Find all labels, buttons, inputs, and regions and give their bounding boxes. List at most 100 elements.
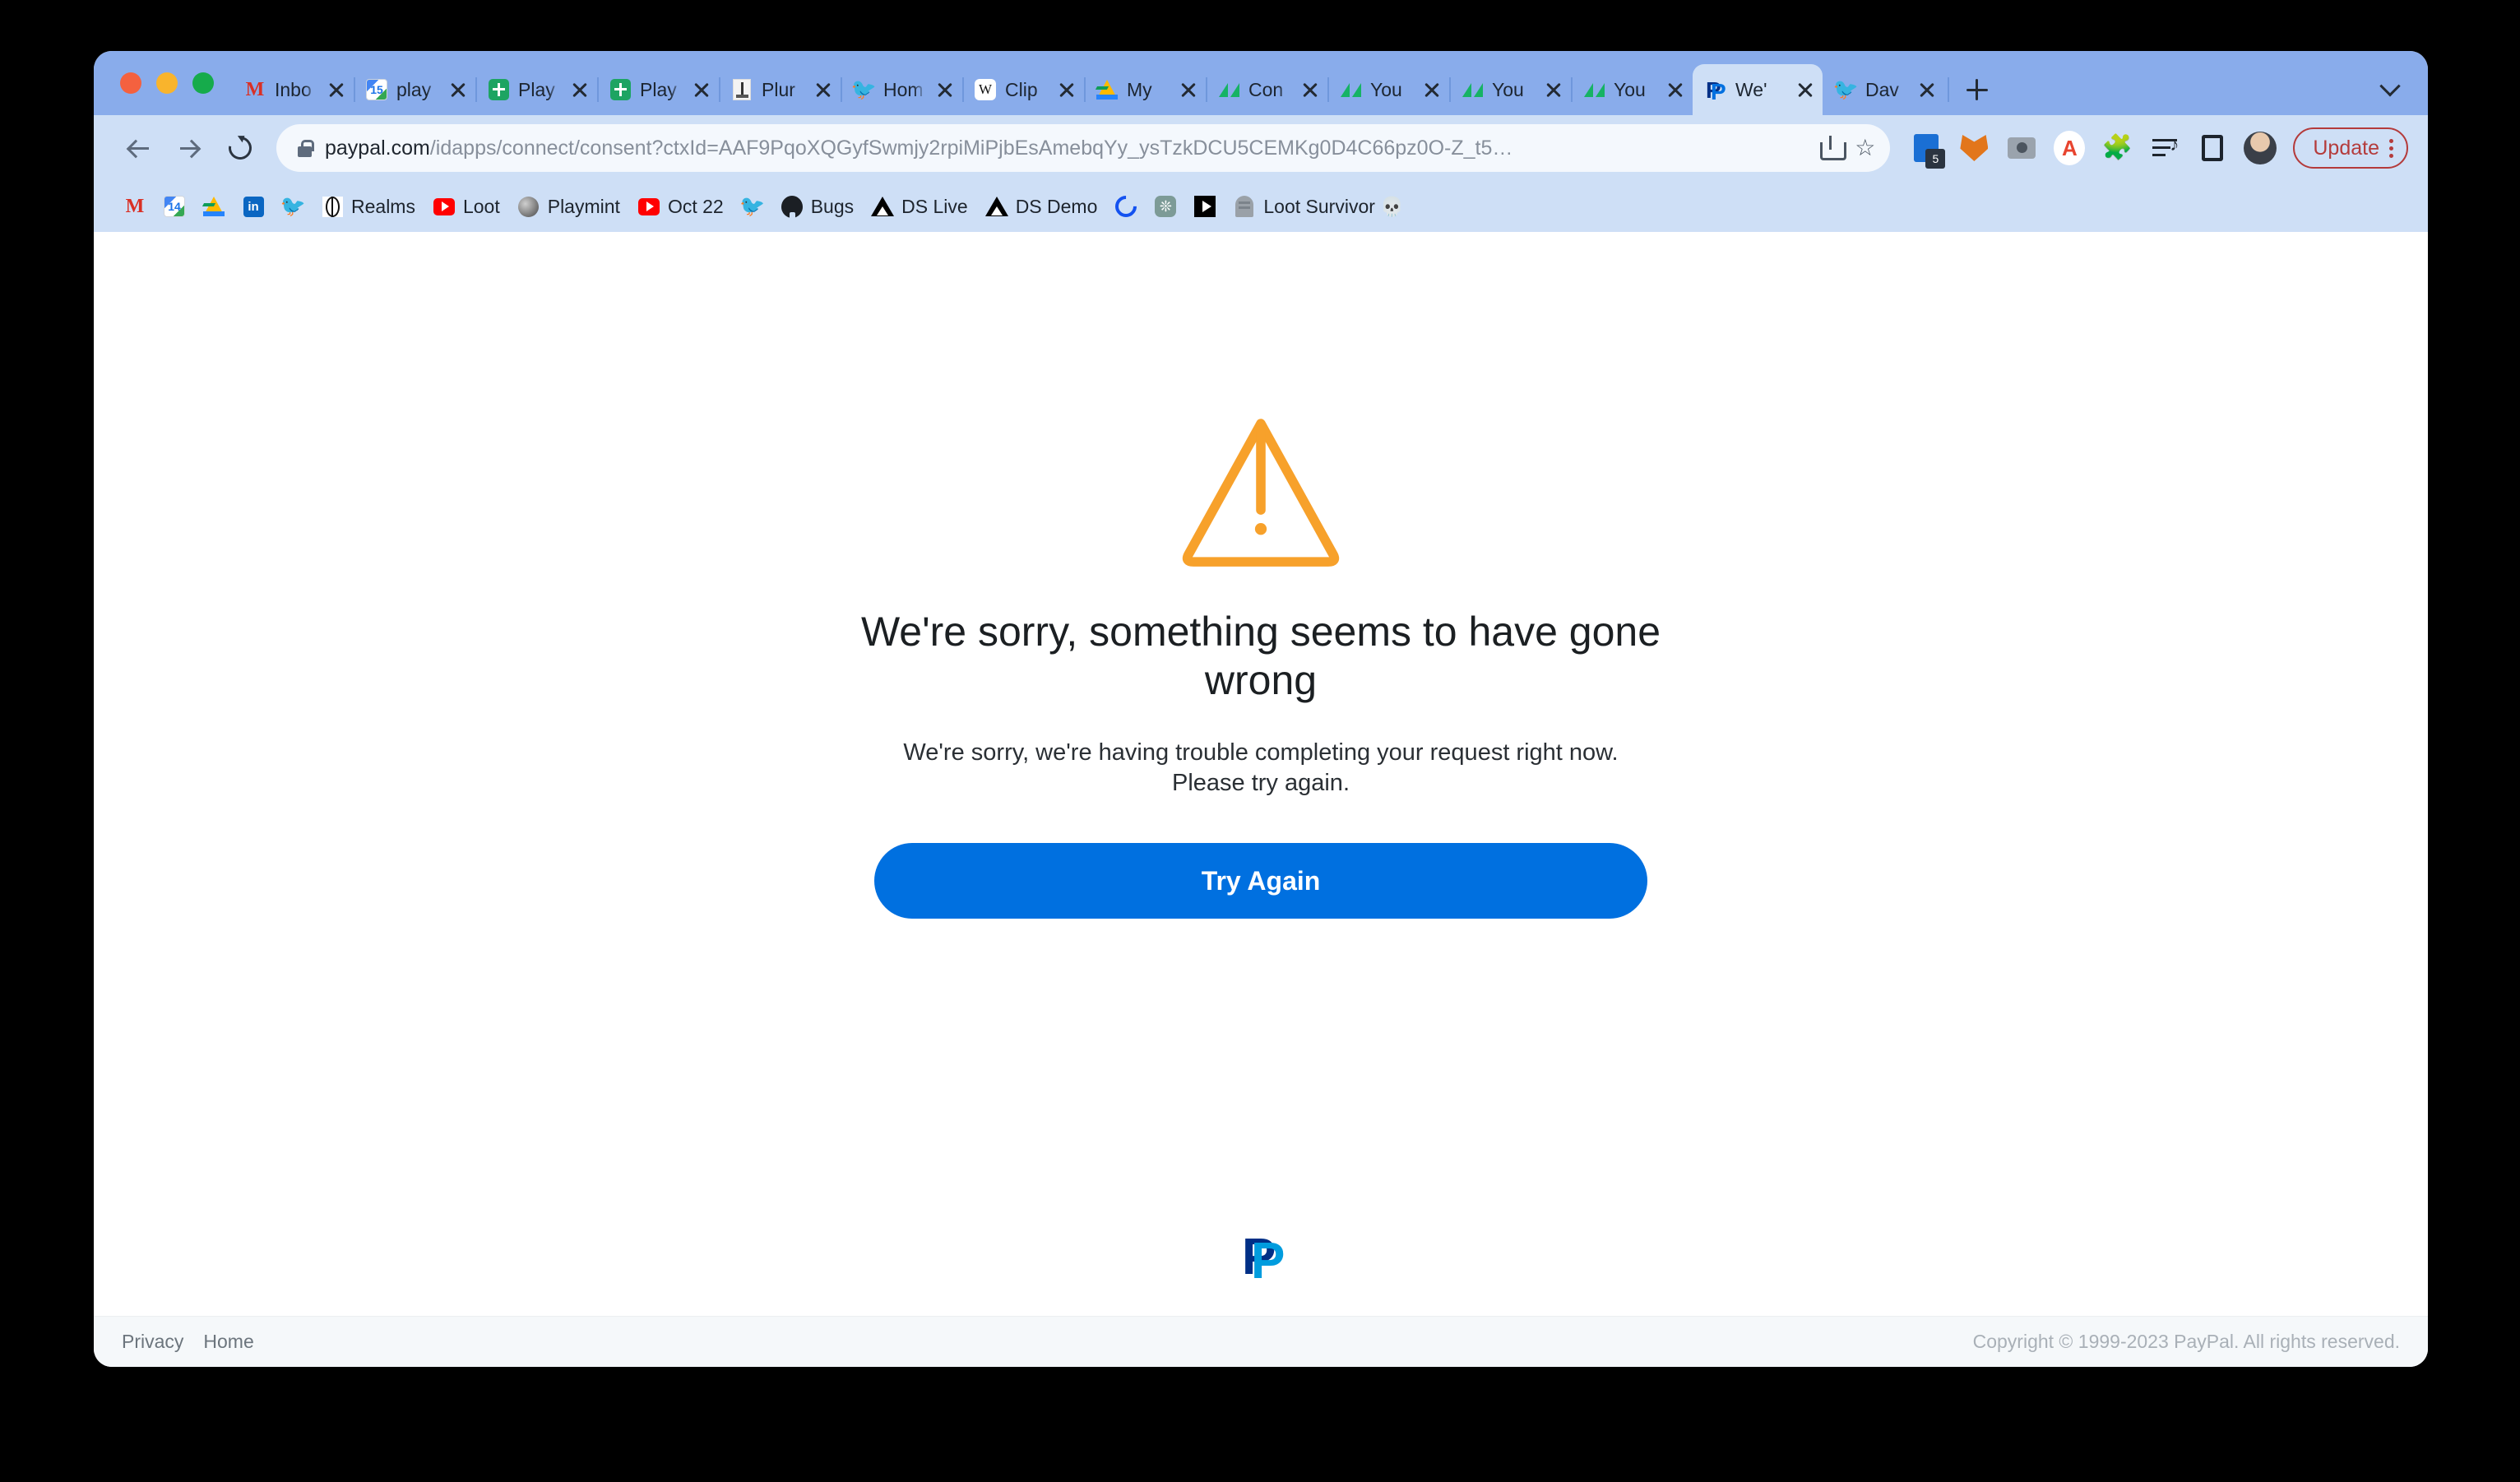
bookmark-coinbase[interactable] [1106,187,1146,226]
home-link[interactable]: Home [203,1331,253,1353]
bookmark-ds-live[interactable]: DS Live [863,187,977,226]
bookmark-openai[interactable]: ❊ [1146,187,1185,226]
bookmark-loot[interactable]: Loot [424,187,509,226]
close-window-button[interactable] [120,72,141,94]
paypal-logo-container: PP [94,1232,2428,1316]
tab-you-1[interactable]: You [1327,64,1449,115]
close-tab-button[interactable] [1178,79,1199,100]
moon-icon [518,196,540,217]
twitter-icon: 🐦 [850,77,877,101]
puzzle-extensions-icon[interactable]: 🧩 [2097,128,2137,168]
twitter-icon: 🐦 [280,194,306,218]
bookmark-bugs[interactable]: Bugs [772,187,863,226]
try-again-button[interactable]: Try Again [874,843,1647,919]
tab-you-3[interactable]: You [1571,64,1693,115]
new-tab-button[interactable] [1948,64,1999,115]
tab-dav-twitter[interactable]: 🐦 Dav [1823,64,1944,115]
close-tab-button[interactable] [1916,79,1938,100]
close-tab-button[interactable] [1665,79,1686,100]
green-triangles-icon [1217,78,1240,101]
browser-menu-icon[interactable] [2389,138,2393,158]
tab-home-twitter[interactable]: 🐦 Hom [841,64,962,115]
google-drive-icon [1096,78,1119,101]
tab-clip-wikipedia[interactable]: W Clip [962,64,1084,115]
browser-window: M Inbo 15 play Play Play Plur 🐦 Hom W Cl… [94,51,2428,1367]
bookmark-ds-demo[interactable]: DS Demo [977,187,1107,226]
bookmark-star-icon[interactable]: ☆ [1855,137,1875,160]
bookmark-playmint[interactable]: Playmint [509,187,629,226]
bookmark-calendar[interactable]: 14 [155,187,194,226]
tab-paypal-active[interactable]: PP We' [1693,64,1823,115]
bookmark-loot-survivor[interactable]: Loot Survivor 💀 [1225,187,1413,226]
tab-play-calendar[interactable]: 15 play [354,64,475,115]
openai-icon: ❊ [1155,196,1177,217]
bookmark-label: Bugs [810,195,855,217]
page-footer: Privacy Home Copyright © 1999-2023 PayPa… [94,1316,2428,1367]
bookmark-twitter-2[interactable]: 🐦 [733,187,772,226]
share-icon[interactable] [1820,136,1847,160]
screenshot-extension-icon[interactable] [2002,128,2041,168]
close-tab-button[interactable] [934,79,956,100]
close-tab-button[interactable] [1795,79,1816,100]
tab-label: play [396,78,432,100]
coinbase-icon [1111,191,1142,222]
reader-extension-icon[interactable]: 5 [1906,128,1946,169]
close-tab-button[interactable] [1421,79,1443,100]
privacy-link[interactable]: Privacy [122,1331,183,1353]
tab-strip: M Inbo 15 play Play Play Plur 🐦 Hom W Cl… [94,51,2428,115]
minimize-window-button[interactable] [156,72,178,94]
bookmark-linkedin[interactable]: in [234,187,273,226]
metamask-extension-icon[interactable] [1954,128,1994,168]
tab-con[interactable]: Con [1206,64,1327,115]
lock-icon [298,139,314,157]
error-content: We're sorry, something seems to have gon… [94,232,2428,1235]
profile-avatar[interactable] [2240,128,2280,168]
tab-label: We' [1735,78,1767,100]
playlist-extension-icon[interactable] [2145,128,2184,168]
close-tab-button[interactable] [447,79,469,100]
tab-search-chevron-down-icon[interactable] [2372,64,2408,115]
bookmark-play[interactable] [1185,187,1225,226]
close-tab-button[interactable] [813,79,834,100]
bookmark-oct22[interactable]: Oct 22 [629,187,733,226]
close-tab-button[interactable] [691,79,712,100]
update-label: Update [2313,136,2379,160]
tab-inbox[interactable]: M Inbo [232,64,354,115]
youtube-icon [637,196,660,217]
tab-label: Play [640,78,677,100]
close-tab-button[interactable] [326,79,347,100]
youtube-icon [433,196,455,217]
bookmark-realms[interactable]: Realms [313,187,424,226]
tab-play-sheets-2[interactable]: Play [597,64,719,115]
tab-you-2[interactable]: You [1449,64,1571,115]
zoom-window-button[interactable] [192,72,214,94]
url-text: paypal.com/idapps/connect/consent?ctxId=… [325,137,1807,160]
back-button[interactable] [115,125,161,171]
bookmark-twitter[interactable]: 🐦 [273,187,313,226]
tab-label: Dav [1865,78,1899,100]
close-tab-button[interactable] [1056,79,1077,100]
tab-plur[interactable]: Plur [719,64,841,115]
linkedin-icon: in [243,196,264,217]
tab-play-sheets-1[interactable]: Play [475,64,597,115]
update-button[interactable]: Update [2293,127,2408,169]
bookmark-gmail[interactable]: M [115,187,155,226]
window-controls [112,51,232,115]
bookmark-drive[interactable] [194,187,234,226]
tab-my-drive[interactable]: My [1084,64,1206,115]
bookmark-label: DS Live [901,195,968,217]
address-bar[interactable]: paypal.com/idapps/connect/consent?ctxId=… [276,124,1891,172]
close-tab-button[interactable] [1543,79,1564,100]
google-sheets-icon [609,78,632,101]
wikipedia-icon: W [974,78,997,101]
forward-button[interactable] [166,125,212,171]
close-tab-button[interactable] [1299,79,1321,100]
reload-button[interactable] [217,125,263,171]
tab-label: Hom [883,78,924,100]
tab-label: You [1614,78,1646,100]
a-extension-icon[interactable]: A [2050,128,2089,168]
side-panel-icon[interactable] [2193,128,2232,168]
gmail-icon: M [125,196,145,217]
close-tab-button[interactable] [569,79,591,100]
url-domain: paypal.com [325,136,430,160]
